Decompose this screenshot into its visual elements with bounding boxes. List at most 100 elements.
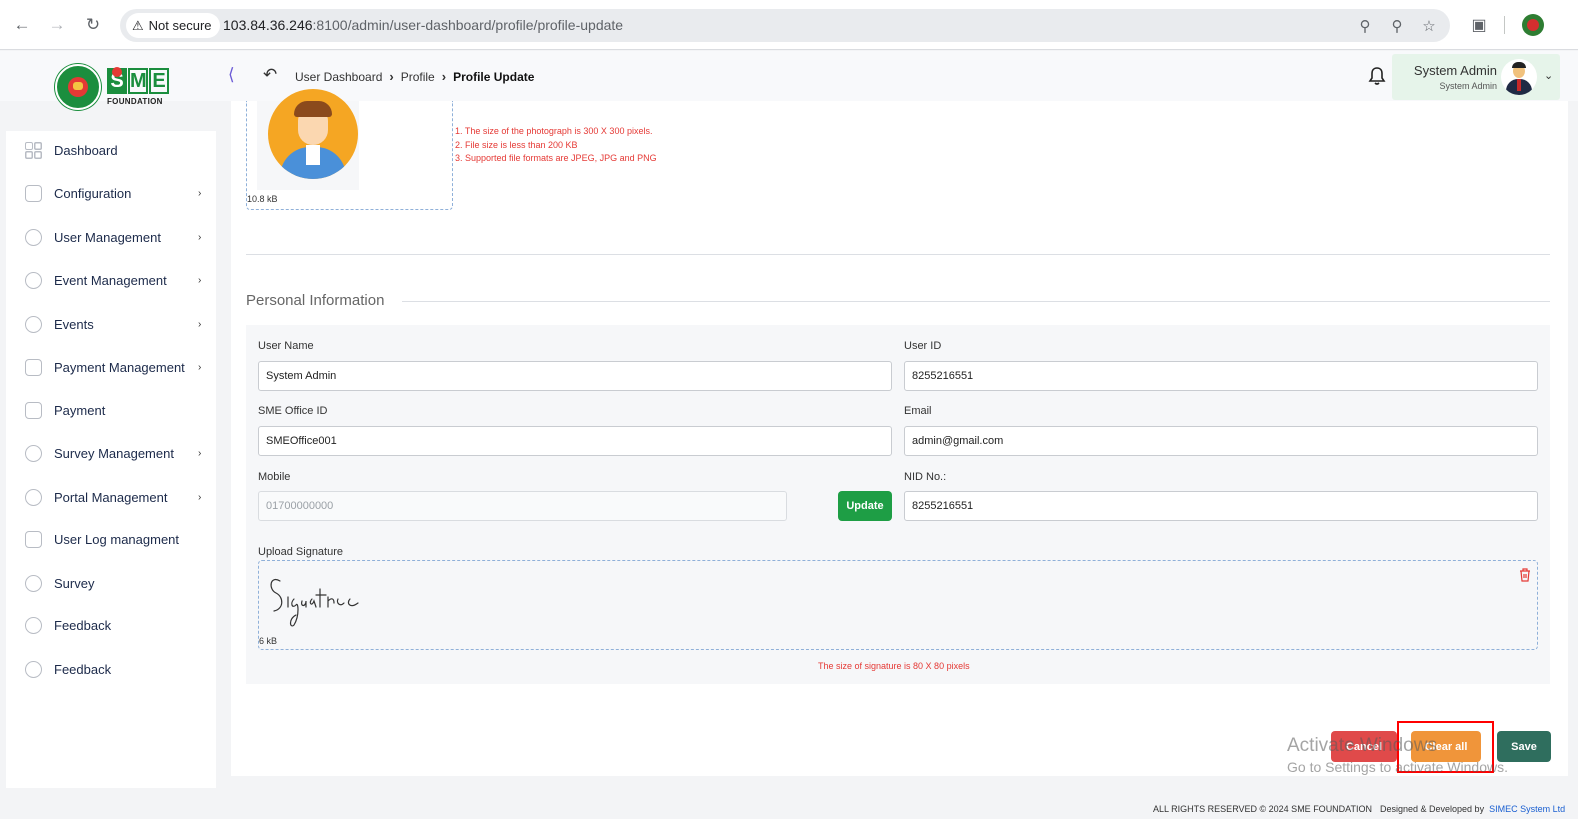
developer-link[interactable]: SIMEC System Ltd [1489, 804, 1565, 814]
breadcrumb: User Dashboard › Profile › Profile Updat… [295, 69, 534, 84]
footer-designed-by: Designed & Developed by [1380, 804, 1485, 814]
sidebar-item-label: Dashboard [54, 142, 118, 158]
sme-foundation-logo[interactable]: S M E FOUNDATION [55, 64, 175, 110]
signature-upload-area[interactable]: 6 kB [258, 560, 1538, 650]
notification-bell-icon[interactable] [1368, 66, 1386, 86]
sidebar-item-events[interactable]: Events › [6, 309, 216, 339]
feedback-icon [25, 616, 42, 634]
footer-rights: ALL RIGHTS RESERVED © 2024 SME FOUNDATIO… [1153, 804, 1373, 814]
zoom-icon[interactable]: ⚲ [1386, 15, 1408, 37]
lock-icon [25, 271, 42, 289]
feedback-icon [25, 660, 42, 678]
photo-file-size: 10.8 kB [247, 194, 278, 204]
sidebar-item-label: Survey Management [54, 445, 174, 461]
photo-rule: 3. Supported file formats are JPEG, JPG … [455, 153, 657, 163]
email-input[interactable]: admin@gmail.com [904, 426, 1538, 456]
breadcrumb-profile[interactable]: Profile [401, 70, 435, 84]
sidebar-item-dashboard[interactable]: Dashboard [6, 135, 216, 165]
chevron-right-icon: › [198, 319, 202, 330]
forward-arrow-icon[interactable]: → [46, 14, 68, 36]
survey-icon [25, 574, 42, 592]
nid-input[interactable]: 8255216551 [904, 491, 1538, 521]
user-name-input[interactable]: System Admin [258, 361, 892, 391]
address-bar[interactable]: ⚠ Not secure 103.84.36.246:8100/admin/us… [120, 9, 1450, 42]
sidebar-item-payment[interactable]: Payment [6, 395, 216, 425]
sidebar-item-feedback[interactable]: Feedback [6, 654, 216, 684]
sidebar-item-survey-management[interactable]: Survey Management › [6, 438, 216, 468]
user-id-label: User ID [904, 340, 942, 352]
sidebar-item-user-log[interactable]: User Log managment [6, 524, 216, 554]
logo-dot [112, 67, 122, 77]
sidebar-collapse-icon[interactable]: ⟨ [228, 65, 235, 85]
user-id-input[interactable]: 8255216551 [904, 361, 1538, 391]
chevron-right-icon: › [389, 69, 394, 84]
user-name-label: User Name [258, 340, 314, 352]
photo-upload-area[interactable]: 10.8 kB [246, 89, 453, 210]
url-path: :8100/admin/user-dashboard/profile/profi… [312, 17, 624, 33]
url-host: 103.84.36.246 [223, 17, 313, 33]
browser-profile-avatar[interactable] [1522, 14, 1544, 36]
government-seal-icon [55, 64, 101, 110]
signature-label: Upload Signature [258, 546, 344, 558]
payment-icon [25, 530, 42, 548]
sidebar-item-label: Portal Management [54, 489, 168, 505]
sidebar: Dashboard Configuration › User Managemen… [6, 131, 216, 788]
trash-icon[interactable] [1518, 567, 1532, 583]
chevron-right-icon: › [198, 362, 202, 373]
extensions-icon[interactable]: ▣ [1468, 14, 1490, 36]
sidebar-item-label: Feedback [54, 617, 112, 633]
url-text: 103.84.36.246:8100/admin/user-dashboard/… [223, 17, 623, 33]
signature-file-size: 6 kB [259, 636, 278, 646]
signature-size-note: The size of signature is 80 X 80 pixels [818, 661, 970, 671]
office-id-input[interactable]: SMEOffice001 [258, 426, 892, 456]
windows-activation-watermark: Activate Windows Go to Settings to activ… [1287, 735, 1508, 775]
security-label: Not secure [148, 18, 212, 33]
photo-rules: 1. The size of the photograph is 300 X 3… [455, 125, 657, 166]
email-label: Email [904, 405, 932, 417]
update-mobile-button[interactable]: Update [838, 491, 892, 521]
user-menu[interactable]: System Admin System Admin ⌄ [1392, 54, 1560, 100]
photo-preview [257, 89, 359, 190]
logo-letter: M [128, 68, 148, 94]
breadcrumb-current: Profile Update [453, 69, 535, 84]
sidebar-item-label: User Log managment [54, 531, 180, 547]
browser-toolbar: ← → ↻ ⚠ Not secure 103.84.36.246:8100/ad… [0, 0, 1578, 50]
logo-letter: E [149, 68, 169, 94]
config-icon [25, 184, 42, 202]
undo-back-icon[interactable]: ↶ [263, 65, 277, 85]
breadcrumb-user-dashboard[interactable]: User Dashboard [295, 70, 382, 84]
sidebar-item-user-management[interactable]: User Management › [6, 222, 216, 252]
chevron-down-icon[interactable]: ⌄ [1544, 69, 1553, 82]
sidebar-item-feedback[interactable]: Feedback [6, 610, 216, 640]
photo-rule: 2. File size is less than 200 KB [455, 139, 578, 150]
watermark-line-1: Activate Windows [1287, 735, 1437, 756]
section-title: Personal Information [246, 292, 395, 309]
back-arrow-icon[interactable]: ← [11, 14, 33, 36]
logo-subtitle: FOUNDATION [107, 97, 163, 106]
profile-photo [268, 89, 358, 179]
sidebar-item-portal-management[interactable]: Portal Management › [6, 482, 216, 512]
chevron-right-icon: › [198, 188, 202, 199]
mobile-input[interactable]: 01700000000 [258, 491, 787, 521]
payment-icon [25, 401, 42, 419]
security-indicator[interactable]: ⚠ Not secure [126, 13, 220, 38]
sidebar-item-configuration[interactable]: Configuration › [6, 178, 216, 208]
sidebar-item-label: Payment [54, 402, 106, 418]
lock-icon [25, 315, 42, 333]
sidebar-item-label: Configuration [54, 185, 132, 201]
chevron-right-icon: › [198, 492, 202, 503]
key-icon[interactable]: ⚲ [1354, 15, 1376, 37]
app-header: S M E FOUNDATION ⟨ ↶ User Dashboard › Pr… [0, 51, 1578, 110]
bookmark-star-icon[interactable]: ☆ [1418, 15, 1440, 37]
sidebar-item-payment-management[interactable]: Payment Management › [6, 352, 216, 382]
section-divider [246, 254, 1550, 255]
reload-icon[interactable]: ↻ [82, 14, 104, 36]
user-role: System Admin [1439, 81, 1497, 91]
chevron-right-icon: › [198, 448, 202, 459]
office-id-label: SME Office ID [258, 405, 328, 417]
footer: ALL RIGHTS RESERVED © 2024 SME FOUNDATIO… [0, 796, 1578, 819]
chevron-right-icon: › [198, 275, 202, 286]
sidebar-item-event-management[interactable]: Event Management › [6, 265, 216, 295]
sidebar-item-survey[interactable]: Survey [6, 568, 216, 598]
section-title-line [402, 301, 1550, 302]
